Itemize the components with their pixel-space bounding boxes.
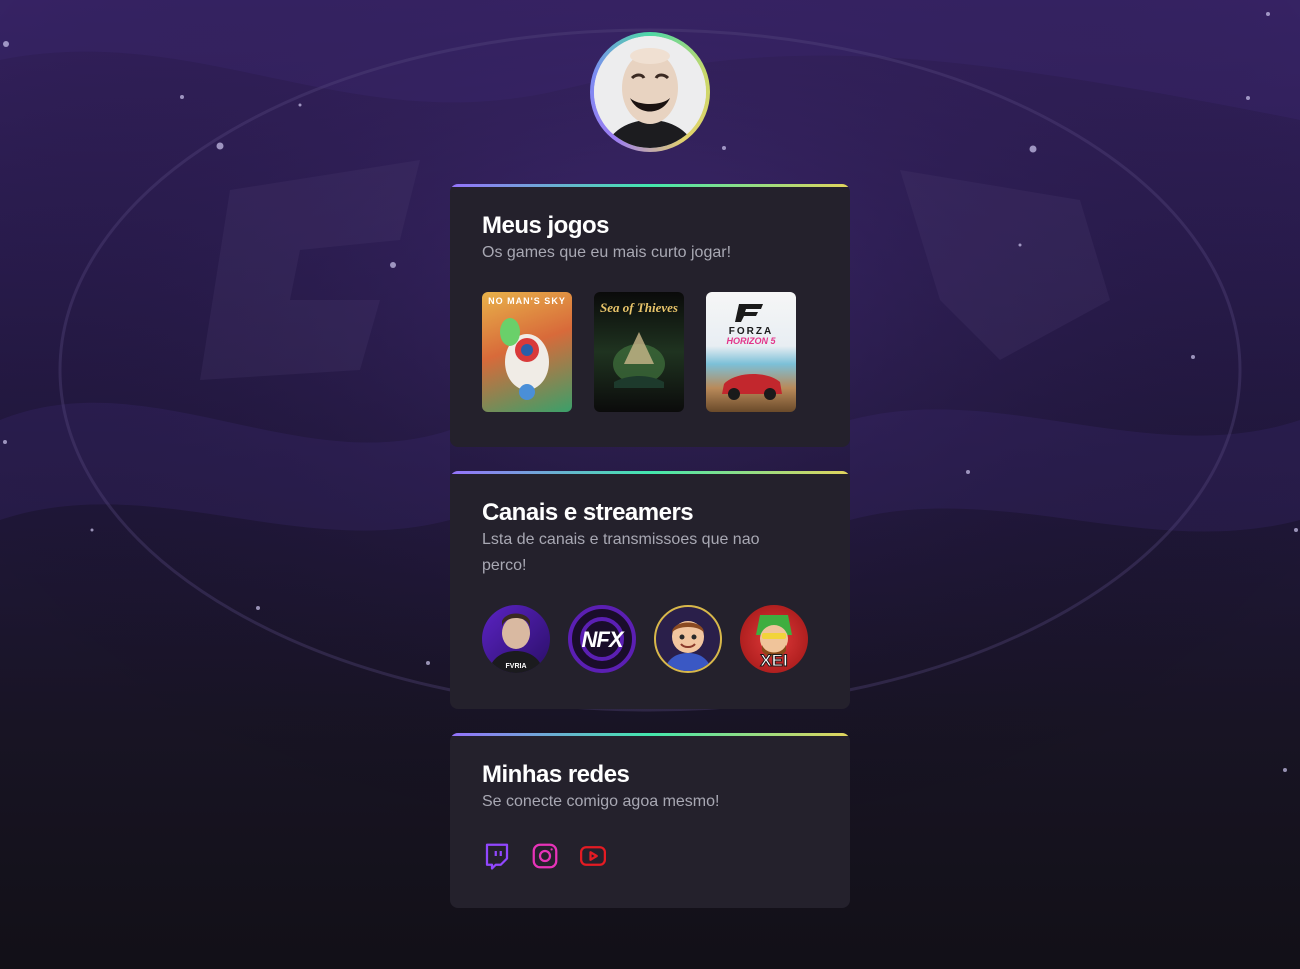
- games-card: Meus jogos Os games que eu mais curto jo…: [450, 184, 850, 447]
- streamer-label: NFX: [581, 627, 624, 652]
- socials-list: [482, 841, 818, 871]
- streamers-card: Canais e streamers Lsta de canais e tran…: [450, 471, 850, 709]
- game-cover-no-mans-sky[interactable]: NO MAN'S SKY: [482, 292, 572, 412]
- forza-horizon-5-cover-icon: [722, 304, 782, 400]
- game-title: Sea of Thieves: [600, 300, 678, 315]
- games-list: NO MAN'S SKY Sea of Thieves FORZA HORIZO…: [482, 292, 818, 412]
- streamer-avatar-nfx[interactable]: NFX: [568, 605, 636, 673]
- games-card-subtitle: Os games que eu mais curto jogar!: [482, 244, 732, 261]
- streamer-avatar-1[interactable]: FVRIA: [482, 605, 550, 673]
- streamer-label: FVRIA: [505, 663, 527, 670]
- streamer-label: XEI: [760, 651, 788, 671]
- game-subtitle: HORIZON 5: [726, 336, 776, 346]
- games-card-title: Meus jogos: [482, 212, 610, 239]
- game-cover-sea-of-thieves[interactable]: Sea of Thieves: [594, 292, 684, 412]
- twitch-icon[interactable]: [482, 841, 512, 871]
- streamer-avatar-cartoon[interactable]: [654, 605, 722, 673]
- streamers-card-title: Canais e streamers: [482, 499, 694, 526]
- youtube-icon[interactable]: [578, 841, 608, 871]
- socials-card-title: Minhas redes: [482, 761, 630, 788]
- game-title: NO MAN'S SKY: [488, 296, 566, 306]
- cartoon-streamer-avatar-icon: [664, 621, 712, 671]
- game-cover-forza-horizon-5[interactable]: FORZA HORIZON 5: [706, 292, 796, 412]
- instagram-icon[interactable]: [530, 841, 560, 871]
- socials-card: Minhas redes Se conecte comigo agoa mesm…: [450, 733, 850, 908]
- masked-face-avatar-icon: [594, 36, 706, 148]
- streamer-avatar-xei[interactable]: XEI: [740, 605, 808, 673]
- profile-avatar: [590, 32, 710, 152]
- socials-card-subtitle: Se conecte comigo agoa mesmo!: [482, 793, 720, 810]
- no-mans-sky-cover-icon: [500, 318, 549, 400]
- streamers-list: FVRIA NFX XEI: [482, 605, 818, 673]
- streamers-card-subtitle: Lsta de canais e transmissoes que nao pe…: [482, 531, 760, 574]
